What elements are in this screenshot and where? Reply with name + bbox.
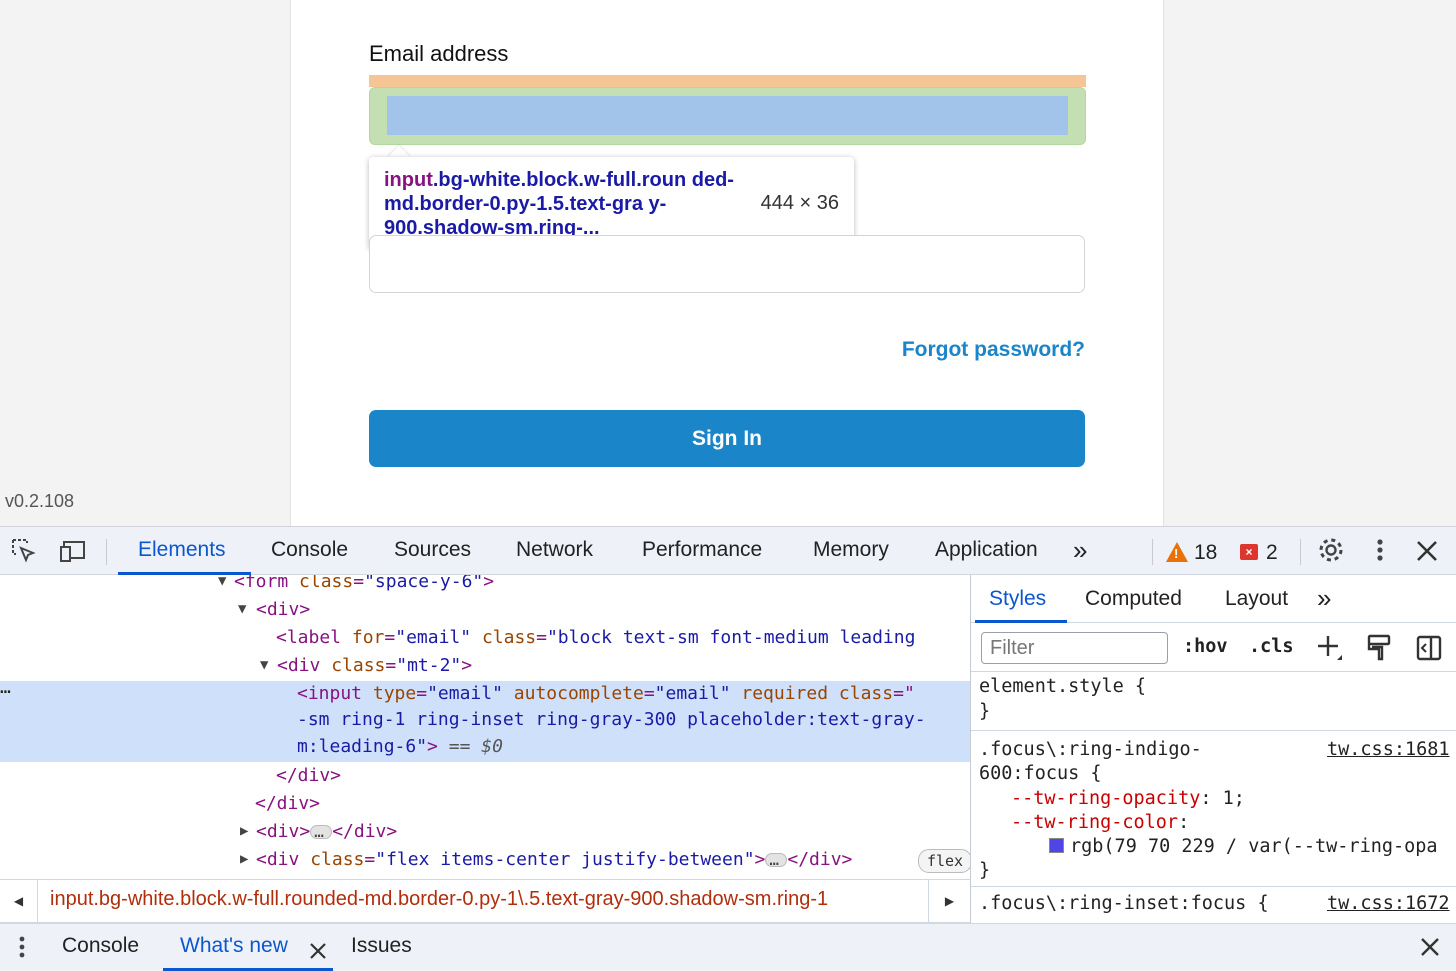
tab-application[interactable]: Application <box>935 538 1038 562</box>
drawer-tab-whats-new[interactable]: What's new <box>180 934 288 958</box>
element-style-rule[interactable]: element.style { <box>979 674 1146 699</box>
dom-line-div-close[interactable]: </div> <box>255 791 320 817</box>
flex-badge[interactable]: flex <box>918 849 970 873</box>
warning-icon-mark: ! <box>1174 546 1179 561</box>
tab-network[interactable]: Network <box>516 538 593 562</box>
node-options-icon[interactable]: … <box>0 675 11 701</box>
warning-count[interactable]: 18 <box>1194 541 1217 565</box>
expand-arrow-icon[interactable]: ▼ <box>238 601 246 617</box>
dom-line-input[interactable]: <input type="email" autocomplete="email"… <box>297 681 915 707</box>
hov-toggle[interactable]: :hov <box>1183 634 1228 659</box>
ellipsis-icon[interactable] <box>765 847 788 873</box>
rule-selector-cont: 600:focus { <box>979 763 1102 784</box>
breadcrumb-bar: ◀ input.bg-white.block.w-full.rounded-md… <box>0 879 970 923</box>
toggle-sidebar-icon[interactable] <box>1415 633 1443 670</box>
error-count[interactable]: 2 <box>1266 541 1278 565</box>
dom-line-form[interactable]: <form class="space-y-6"> <box>234 575 494 595</box>
active-tab-indicator <box>975 620 1067 623</box>
devtools-panel: Elements Console Sources Network Perform… <box>0 526 1456 971</box>
tab-styles[interactable]: Styles <box>989 587 1046 611</box>
breadcrumb-scroll-right-icon[interactable]: ▶ <box>928 880 970 922</box>
color-swatch-icon[interactable] <box>1049 838 1064 853</box>
tooltip-selector: input.bg-white.block.w-full.roun ded-md.… <box>384 168 739 240</box>
password-input[interactable] <box>369 235 1085 293</box>
toolbar-separator <box>1152 539 1153 565</box>
dom-line-flex-div[interactable]: <div class="flex items-center justify-be… <box>256 847 852 873</box>
tab-layout[interactable]: Layout <box>1225 587 1288 611</box>
rule-separator <box>971 730 1456 731</box>
styles-tabbar: Styles Computed Layout » <box>971 575 1456 623</box>
styles-filter-input[interactable]: Filter <box>981 632 1168 664</box>
tab-computed[interactable]: Computed <box>1085 587 1182 611</box>
close-drawer-icon[interactable] <box>1418 935 1442 966</box>
toolbar-separator <box>1300 539 1301 565</box>
dom-line-label[interactable]: <label for="email" class="block text-sm … <box>276 625 915 651</box>
tab-elements[interactable]: Elements <box>138 538 226 562</box>
tab-console[interactable]: Console <box>271 538 348 562</box>
close-devtools-icon[interactable] <box>1414 538 1440 571</box>
toolbar-separator <box>106 539 107 565</box>
more-panes-icon[interactable]: » <box>1317 583 1331 614</box>
dom-line-div-close[interactable]: </div> <box>276 763 341 789</box>
collapse-arrow-icon[interactable]: ▶ <box>240 823 248 839</box>
version-label: v0.2.108 <box>5 491 75 511</box>
web-page: Email address input.bg-white.block.w-ful… <box>0 0 1456 526</box>
collapse-arrow-icon[interactable]: ▶ <box>240 851 248 867</box>
breadcrumb-scroll-left-icon[interactable]: ◀ <box>0 880 38 922</box>
drawer-tabbar: Console What's new Issues <box>0 923 1456 971</box>
more-tabs-icon[interactable]: » <box>1073 535 1087 566</box>
rule-selector[interactable]: .focus\:ring-indigo- <box>979 737 1202 762</box>
dom-line-input-end: m:leading-6"> == $0 <box>297 736 503 757</box>
inspect-content-highlight <box>387 96 1068 135</box>
rule-source-link[interactable]: tw.css:1672 <box>1327 891 1450 916</box>
dom-line-div-mt2[interactable]: <div class="mt-2"> <box>277 653 472 679</box>
css-declaration[interactable]: --tw-ring-opacity: 1; <box>1011 786 1245 811</box>
device-toolbar-icon[interactable] <box>60 537 90 572</box>
ellipsis-icon[interactable] <box>310 819 333 845</box>
close-tab-icon[interactable] <box>308 937 328 968</box>
rule-selector[interactable]: .focus\:ring-inset:focus { <box>979 891 1269 916</box>
inspect-margin-highlight <box>369 75 1086 87</box>
tooltip-size: 444 × 36 <box>760 192 839 214</box>
css-declaration[interactable]: --tw-ring-color: <box>1011 810 1189 835</box>
email-label: Email address <box>369 41 509 66</box>
tooltip-classes: .bg-white.block.w-full.roun ded-md.borde… <box>384 169 734 239</box>
more-options-icon[interactable] <box>1370 536 1390 571</box>
tab-performance[interactable]: Performance <box>642 538 762 562</box>
rule-close-brace: } <box>979 860 991 881</box>
drawer-menu-icon[interactable] <box>14 933 30 968</box>
tab-memory[interactable]: Memory <box>813 538 889 562</box>
rule-separator <box>971 671 1456 672</box>
tab-sources[interactable]: Sources <box>394 538 471 562</box>
settings-gear-icon[interactable] <box>1317 536 1345 571</box>
forgot-password-link[interactable]: Forgot password? <box>902 338 1085 362</box>
dom-line-input-cont: -sm ring-1 ring-inset ring-gray-300 plac… <box>297 709 926 730</box>
cls-toggle[interactable]: .cls <box>1249 634 1294 659</box>
rule-separator <box>971 886 1456 887</box>
devtools-toolbar: Elements Console Sources Network Perform… <box>0 527 1456 575</box>
inspect-element-icon[interactable] <box>10 537 38 572</box>
styles-pane: Styles Computed Layout » Filter :hov .cl… <box>970 575 1456 923</box>
breadcrumb[interactable]: input.bg-white.block.w-full.rounded-md.b… <box>50 888 926 911</box>
rule-close-brace: } <box>979 701 991 722</box>
expand-arrow-icon[interactable]: ▼ <box>260 657 268 673</box>
filter-placeholder: Filter <box>990 637 1035 659</box>
paint-brush-icon[interactable] <box>1366 633 1392 670</box>
expand-arrow-icon[interactable]: ▼ <box>218 575 226 589</box>
dom-line-div[interactable]: <div> <box>256 597 310 623</box>
css-color-value[interactable]: rgb(79 70 229 / var(--tw-ring-opa <box>1049 834 1438 859</box>
dom-line-collapsed-div[interactable]: <div></div> <box>256 819 397 845</box>
rule-source-link[interactable]: tw.css:1681 <box>1327 737 1450 762</box>
drawer-tab-console[interactable]: Console <box>62 934 139 958</box>
tooltip-tag: input <box>384 169 433 191</box>
drawer-tab-issues[interactable]: Issues <box>351 934 412 958</box>
dom-tree: ▼ <form class="space-y-6"> ▼ <div> <labe… <box>0 575 970 879</box>
new-style-rule-icon[interactable] <box>1315 633 1345 670</box>
sign-in-button[interactable]: Sign In <box>369 410 1085 467</box>
error-icon[interactable]: × <box>1240 544 1258 560</box>
